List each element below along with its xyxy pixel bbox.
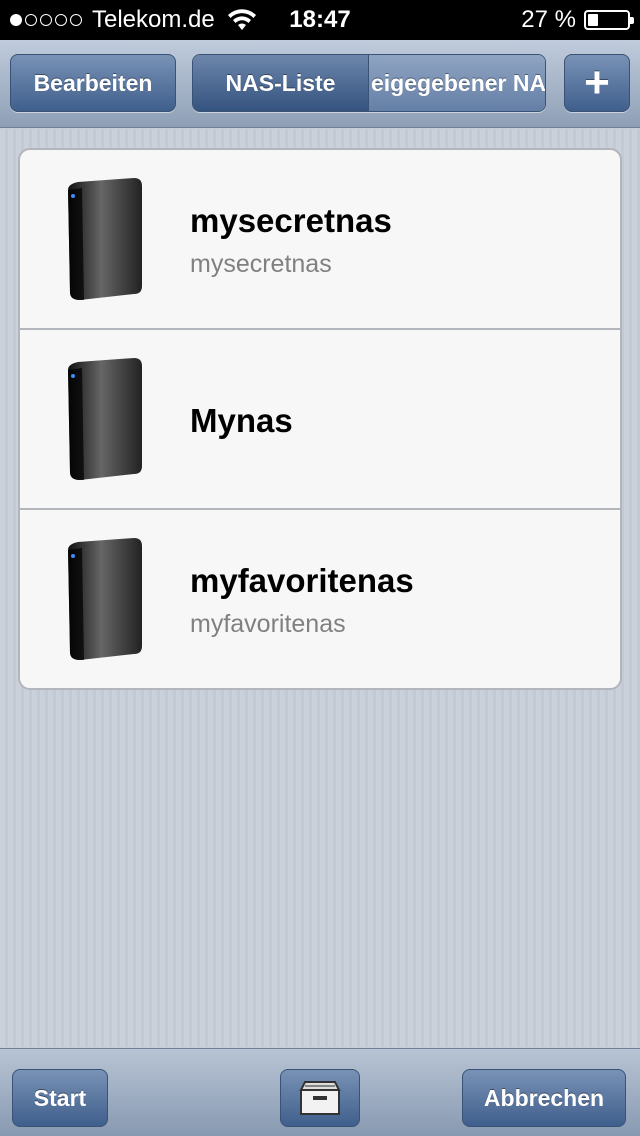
nas-name: myfavoritenas xyxy=(190,562,414,599)
battery-tip xyxy=(630,17,634,24)
nas-table: mysecretnas mysecretnas Mynas myfavorite… xyxy=(18,148,622,690)
battery-percentage: 27 % xyxy=(521,6,576,33)
nas-drive-icon xyxy=(68,358,142,480)
list-segmented-control: NAS-Liste eigegebener NAS xyxy=(192,54,546,112)
start-button[interactable]: Start xyxy=(12,1069,108,1127)
bottom-toolbar: Start Abbrechen xyxy=(0,1048,640,1136)
archive-button[interactable] xyxy=(280,1069,360,1127)
navigation-bar: Bearbeiten NAS-Liste eigegebener NAS + xyxy=(0,40,640,128)
add-button[interactable]: + xyxy=(564,54,630,112)
segment-nas-list[interactable]: NAS-Liste xyxy=(193,55,369,111)
edit-button[interactable]: Bearbeiten xyxy=(10,54,176,112)
cancel-button[interactable]: Abbrechen xyxy=(462,1069,626,1127)
archive-box-icon xyxy=(299,1081,341,1115)
nas-name: Mynas xyxy=(190,402,293,439)
nas-row[interactable]: mysecretnas mysecretnas xyxy=(20,150,620,330)
nas-name: mysecretnas xyxy=(190,202,392,239)
battery-fill xyxy=(588,14,598,26)
nas-drive-icon xyxy=(68,538,142,660)
nas-subtitle: mysecretnas xyxy=(190,250,332,278)
status-bar: Telekom.de 18:47 27 % xyxy=(0,0,640,40)
nas-subtitle: myfavoritenas xyxy=(190,610,346,638)
nas-row[interactable]: myfavoritenas myfavoritenas xyxy=(20,510,620,688)
nas-drive-icon xyxy=(68,178,142,300)
nas-row[interactable]: Mynas xyxy=(20,330,620,510)
status-right: 27 % xyxy=(521,6,634,34)
content-area: mysecretnas mysecretnas Mynas myfavorite… xyxy=(0,129,640,1047)
battery-icon xyxy=(584,10,634,30)
segment-shared-nas[interactable]: eigegebener NAS xyxy=(369,55,545,111)
plus-icon: + xyxy=(584,58,610,107)
